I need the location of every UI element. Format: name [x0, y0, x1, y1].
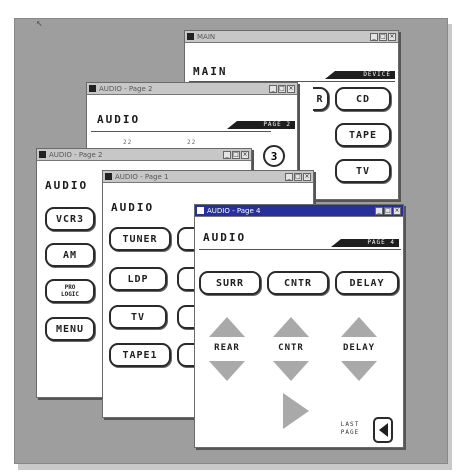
page-title: AUDIO — [97, 113, 141, 126]
button-line: PRO — [64, 284, 76, 291]
window-icon — [89, 85, 96, 92]
tape-button[interactable]: TAPE — [335, 123, 391, 147]
rear-up-arrow-icon[interactable] — [209, 317, 245, 337]
minimize-icon[interactable]: _ — [269, 84, 277, 93]
mouse-pointer-icon: ↖ — [36, 16, 43, 29]
rear-down-arrow-icon[interactable] — [209, 361, 245, 381]
page-title: AUDIO — [111, 201, 155, 214]
window-title: MAIN — [197, 32, 216, 41]
surr-button[interactable]: SURR — [199, 271, 261, 295]
audio-page2-titlebar[interactable]: AUDIO - Page 2 _ □ × — [87, 83, 297, 95]
page-indicator: PAGE 2 — [227, 121, 295, 129]
close-icon[interactable]: × — [303, 172, 311, 181]
audio-page4-titlebar[interactable]: AUDIO - Page 4 _ □ × — [195, 205, 403, 217]
minimize-icon[interactable]: _ — [223, 150, 231, 159]
window-icon — [187, 33, 194, 40]
window-title: AUDIO - Page 2 — [49, 150, 103, 159]
page-title: MAIN — [193, 65, 228, 78]
tv-button[interactable]: TV — [335, 159, 391, 183]
cntr-label: CNTR — [278, 343, 304, 353]
close-icon[interactable]: × — [241, 150, 249, 159]
divider — [199, 249, 401, 250]
tuner-button[interactable]: TUNER — [109, 227, 171, 251]
tv-button[interactable]: TV — [109, 305, 167, 329]
maximize-icon[interactable]: □ — [294, 172, 302, 181]
delay-label: DELAY — [342, 343, 376, 353]
cd-button[interactable]: CD — [335, 87, 391, 111]
page-title: AUDIO — [203, 231, 247, 244]
minimize-icon[interactable]: _ — [370, 32, 378, 41]
page-title: AUDIO — [45, 179, 89, 192]
minimize-icon[interactable]: _ — [375, 206, 383, 215]
last-page-label: LAST PAGE — [335, 421, 365, 437]
cntr-down-arrow-icon[interactable] — [273, 361, 309, 381]
page-3-button[interactable]: 3 — [263, 145, 285, 167]
partial-button[interactable]: R — [313, 87, 329, 111]
close-icon[interactable]: × — [388, 32, 396, 41]
window-title: AUDIO - Page 4 — [207, 206, 261, 215]
cntr-up-arrow-icon[interactable] — [273, 317, 309, 337]
window-icon — [197, 207, 204, 214]
page-indicator: DEVICE — [325, 71, 395, 79]
delay-up-arrow-icon[interactable] — [341, 317, 377, 337]
menu-button[interactable]: MENU — [45, 317, 95, 341]
left-arrow-icon — [378, 423, 388, 437]
button-line: LOGIC — [60, 291, 80, 298]
page-indicator: PAGE 4 — [331, 239, 399, 247]
maximize-icon[interactable]: □ — [232, 150, 240, 159]
label-line: PAGE — [340, 429, 360, 436]
maximize-icon[interactable]: □ — [379, 32, 387, 41]
ldp-button[interactable]: LDP — [109, 267, 167, 291]
rear-label: REAR — [214, 343, 240, 353]
audio-left-titlebar[interactable]: AUDIO - Page 2 _ □ × — [37, 149, 251, 161]
main-titlebar[interactable]: MAIN _ □ × — [185, 31, 398, 43]
maximize-icon[interactable]: □ — [384, 206, 392, 215]
minimize-icon[interactable]: _ — [285, 172, 293, 181]
label-line: LAST — [340, 421, 360, 428]
am-button[interactable]: AM — [45, 243, 95, 267]
pro-logic-button[interactable]: PRO LOGIC — [45, 279, 95, 303]
window-icon — [39, 151, 46, 158]
delay-button[interactable]: DELAY — [335, 271, 399, 295]
window-title: AUDIO - Page 2 — [99, 84, 153, 93]
close-icon[interactable]: × — [287, 84, 295, 93]
tape1-button[interactable]: TAPE1 — [109, 343, 171, 367]
close-icon[interactable]: × — [393, 206, 401, 215]
delay-down-arrow-icon[interactable] — [341, 361, 377, 381]
faded-label: 22 — [187, 139, 197, 146]
audio-page1-titlebar[interactable]: AUDIO - Page 1 _ □ × — [103, 171, 313, 183]
vcr3-button[interactable]: VCR3 — [45, 207, 95, 231]
last-page-button[interactable] — [373, 417, 393, 443]
audio-page4-window: AUDIO - Page 4 _ □ × AUDIO PAGE 4 SURR C… — [194, 204, 404, 448]
maximize-icon[interactable]: □ — [278, 84, 286, 93]
divider — [91, 131, 271, 132]
window-title: AUDIO - Page 1 — [115, 172, 169, 181]
cntr-button[interactable]: CNTR — [267, 271, 329, 295]
window-icon — [105, 173, 112, 180]
play-arrow-icon[interactable] — [283, 393, 309, 429]
faded-label: 22 — [123, 139, 133, 146]
